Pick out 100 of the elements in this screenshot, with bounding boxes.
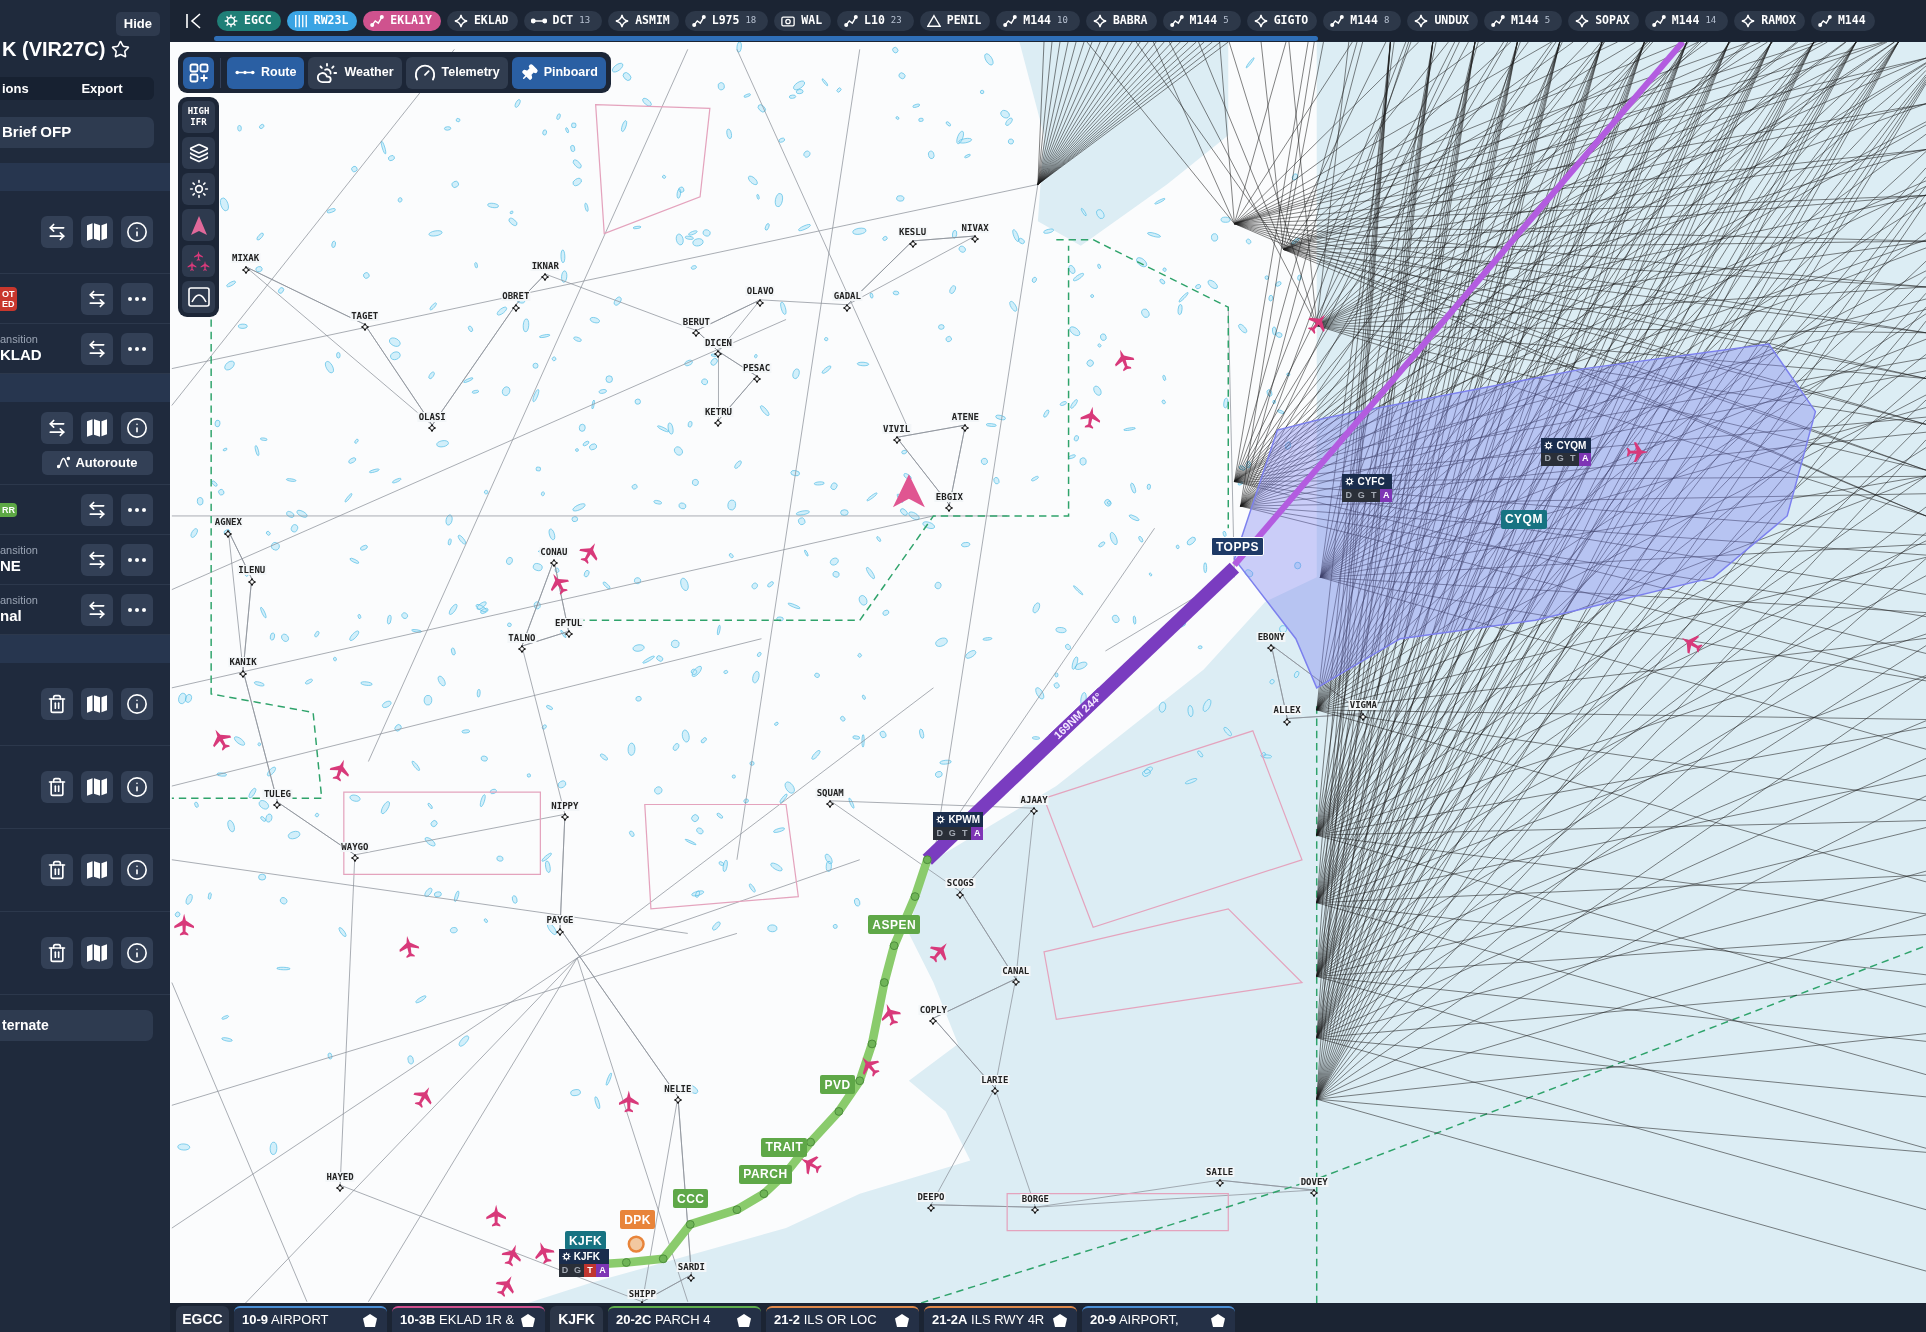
chart-tab[interactable]: 20-2C PARCH 4	[608, 1306, 761, 1332]
trash-icon	[47, 943, 67, 963]
swap-button[interactable]	[41, 411, 73, 444]
hide-button[interactable]: Hide	[115, 12, 160, 36]
route-waypoint-label: PVD	[820, 1075, 855, 1094]
widgets-button[interactable]	[183, 56, 214, 89]
autoroute-button[interactable]: Autoroute	[42, 450, 153, 475]
toolbar-tab[interactable]: Pinboard	[511, 56, 606, 89]
delete-button[interactable]	[41, 688, 73, 720]
waypoint-name: DICEN	[703, 338, 733, 348]
arc-view-button[interactable]	[182, 281, 215, 313]
chart-letter: D	[1342, 489, 1355, 503]
chart-tab[interactable]: 21-2 ILS OR LOC	[766, 1306, 919, 1332]
route-chip[interactable]: BABRA	[1085, 11, 1157, 31]
airport-code: CYQM	[1556, 438, 1587, 453]
brightness-button[interactable]	[182, 173, 215, 205]
info-button[interactable]	[121, 771, 153, 803]
toolbar-tab[interactable]: Weather	[308, 56, 402, 89]
route-chip[interactable]: L10 23	[837, 11, 914, 31]
airway-icon	[691, 14, 706, 28]
waypoint-name: NIPPY	[550, 801, 580, 812]
more-button[interactable]	[121, 332, 153, 365]
waypoint-icon	[541, 272, 550, 281]
route-chip[interactable]: M144 5	[1484, 11, 1563, 31]
route-chip[interactable]: UNDUX	[1407, 11, 1478, 31]
more-button[interactable]	[121, 543, 153, 576]
layers-button[interactable]	[182, 137, 215, 169]
waypoint-icon	[673, 1095, 682, 1104]
swap-button[interactable]	[81, 332, 113, 365]
route-chip[interactable]: M144 5	[1162, 11, 1241, 31]
delete-button[interactable]	[41, 771, 73, 803]
chart-tab[interactable]: 20-9 AIRPORT,	[1082, 1306, 1235, 1332]
route-point	[889, 941, 899, 951]
chart-tab[interactable]: 10-3B EKLAD 1R &	[392, 1306, 545, 1332]
brief-ofp-button[interactable]: Brief OFP	[0, 117, 154, 148]
route-chip[interactable]: ASMIM	[608, 11, 679, 31]
own-position-button[interactable]	[182, 209, 215, 241]
swap-button[interactable]	[81, 282, 113, 315]
waypoint-name: SCOGS	[945, 878, 975, 889]
delete-button[interactable]	[41, 854, 73, 886]
map-button[interactable]	[81, 688, 113, 720]
route-chip[interactable]: L975 18	[684, 11, 769, 31]
route-chip[interactable]: DCT 13	[523, 11, 603, 31]
route-chip[interactable]: M144	[1810, 11, 1875, 31]
map-button[interactable]	[81, 937, 113, 969]
more-button[interactable]	[121, 493, 153, 526]
chart-tab[interactable]: 10-9 AIRPORT	[234, 1306, 387, 1332]
route-chip[interactable]: M144 10	[996, 11, 1080, 31]
delete-button[interactable]	[41, 937, 73, 969]
route-chip[interactable]: SOPAX	[1568, 11, 1639, 31]
route-chip[interactable]: M144 14	[1644, 11, 1729, 31]
info-button[interactable]	[121, 411, 153, 444]
flight-title: K (VIR27C)	[2, 37, 106, 62]
info-button[interactable]	[121, 216, 153, 248]
map-button[interactable]	[81, 216, 113, 248]
swap-button[interactable]	[81, 593, 113, 626]
waypoint-name: OLAVO	[745, 286, 775, 297]
waypoint-name: GADAL	[832, 291, 862, 302]
info-button[interactable]	[121, 688, 153, 720]
route-chip[interactable]: GIGTO	[1246, 11, 1318, 31]
chart-type-button[interactable]: HIGH IFR	[182, 101, 215, 133]
swap-arrows-icon	[87, 338, 107, 359]
airway-icon	[1817, 14, 1832, 28]
waypoint-name: EBONY	[1256, 631, 1286, 642]
toolbar-tab[interactable]: Route	[227, 56, 305, 89]
waypoint-name: ILENU	[237, 565, 267, 576]
route-chip[interactable]: PENIL	[919, 11, 991, 31]
cloud-sun-icon	[316, 61, 339, 84]
swap-button[interactable]	[81, 493, 113, 526]
chart-tab[interactable]: 21-2A ILS RWY 4R	[924, 1306, 1077, 1332]
more-button[interactable]	[121, 282, 153, 315]
more-icon	[128, 296, 146, 301]
route-chip[interactable]: RAMOX	[1734, 11, 1805, 31]
map-button[interactable]	[81, 854, 113, 886]
swap-button[interactable]	[81, 543, 113, 576]
info-button[interactable]	[121, 854, 153, 886]
waypoint-icon	[752, 374, 761, 383]
route-chip[interactable]: M144 8	[1323, 11, 1402, 31]
toolbar-tab[interactable]: Telemetry	[405, 56, 508, 89]
waypoint-icon	[241, 265, 250, 274]
alternate-button[interactable]: ternate	[0, 1010, 153, 1041]
star-icon[interactable]	[111, 39, 131, 59]
route-chip[interactable]: EGCC	[217, 11, 281, 31]
aircraft-icon	[550, 573, 569, 595]
airport-tab[interactable]: EGCC	[176, 1306, 229, 1332]
swap-button[interactable]	[41, 216, 73, 248]
map-button[interactable]	[81, 411, 113, 444]
route-chip[interactable]: EKLAD	[446, 11, 518, 31]
airport-tab[interactable]: KJFK	[550, 1306, 603, 1332]
waypoint-name: NELIE	[663, 1083, 693, 1094]
position-arrow-icon	[190, 215, 207, 235]
scrollbar-thumb[interactable]	[214, 36, 1318, 41]
map-button[interactable]	[81, 771, 113, 803]
export-button[interactable]: Export	[50, 78, 154, 99]
options-button[interactable]: ions	[0, 78, 50, 99]
sun-icon	[188, 179, 209, 199]
route-chip[interactable]: WAL	[774, 11, 832, 31]
more-button[interactable]	[121, 593, 153, 626]
route-chip[interactable]: EKLA1Y	[363, 11, 441, 31]
info-button[interactable]	[121, 937, 153, 969]
